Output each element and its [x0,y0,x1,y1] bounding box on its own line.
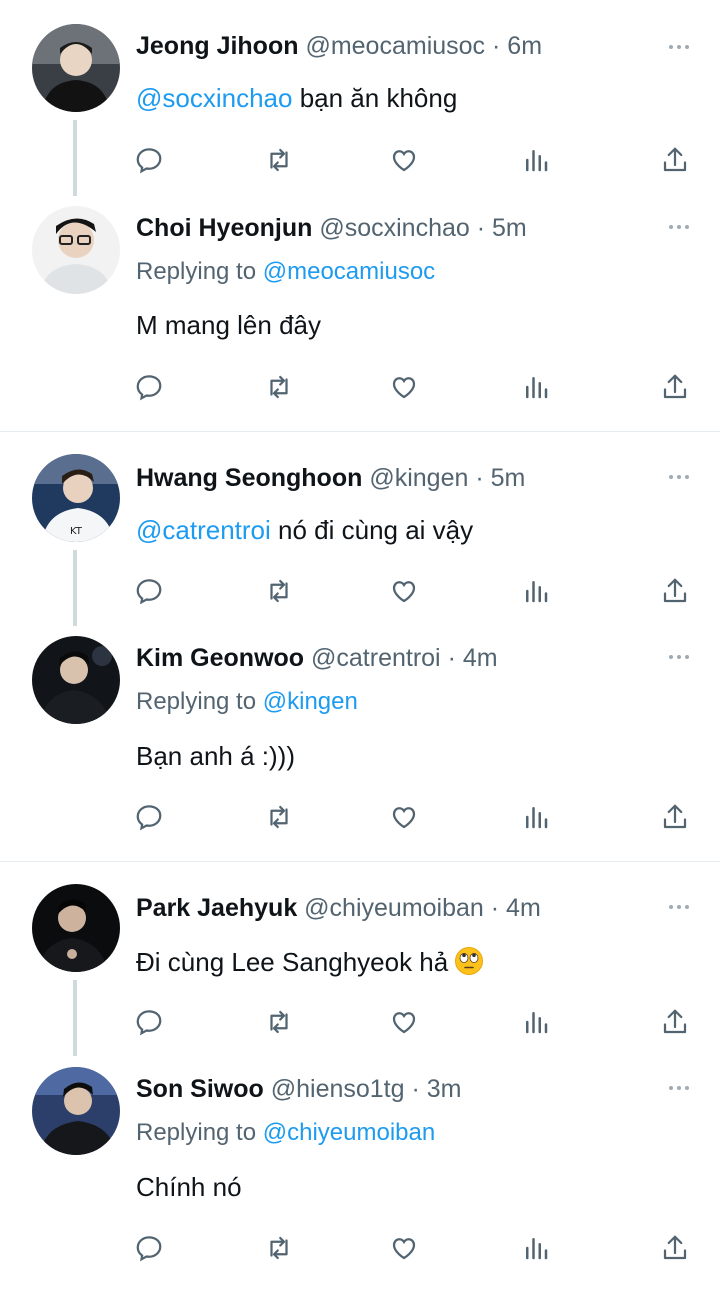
tweet-text: Chính nó [136,1172,242,1202]
timestamp[interactable]: 6m [507,32,542,60]
more-icon[interactable] [664,892,694,922]
more-icon[interactable] [664,212,694,242]
replying-to-handle[interactable]: @chiyeumoiban [263,1119,435,1146]
like-icon[interactable] [384,571,424,611]
more-icon[interactable] [664,642,694,672]
views-icon[interactable] [516,1228,556,1268]
share-icon[interactable] [655,1228,695,1268]
reply-icon[interactable] [129,571,169,611]
separator-dot: · [476,214,486,242]
face-with-rolling-eyes-icon [454,946,484,976]
share-icon[interactable] [655,797,695,837]
tweet-text-content: nó đi cùng ai vậy [270,515,474,545]
views-icon[interactable] [516,571,556,611]
reply-icon[interactable] [129,797,169,837]
author-handle[interactable]: @hienso1tg [271,1075,405,1103]
avatar[interactable] [32,24,120,112]
views-icon[interactable] [516,1002,556,1042]
like-icon[interactable] [384,140,424,180]
tweet-actions [0,1002,720,1042]
like-icon[interactable] [384,1002,424,1042]
views-icon[interactable] [516,140,556,180]
reply-icon[interactable] [129,367,169,407]
timestamp[interactable]: 3m [427,1075,462,1103]
tweet-text: @socxinchao bạn ăn không [136,80,457,116]
mention-link[interactable]: @catrentroi [136,515,271,545]
replying-to-label: Replying to [136,688,257,715]
tweet-text-content: bạn ăn không [292,83,458,113]
retweet-icon[interactable] [259,140,299,180]
svg-text:KT: KT [70,526,83,537]
share-icon[interactable] [655,571,695,611]
like-icon[interactable] [384,1228,424,1268]
timestamp[interactable]: 4m [463,644,498,672]
reply-icon[interactable] [129,1002,169,1042]
tweet-actions [0,1228,720,1268]
tweet-text-content: Đi cùng Lee Sanghyeok hả [136,947,449,977]
tweet-actions [0,367,720,407]
avatar[interactable]: KT [32,454,120,542]
separator-dot: · [475,464,484,492]
author-name[interactable]: Choi Hyeonjun [136,214,312,242]
share-icon[interactable] [655,140,695,180]
author-handle[interactable]: @kingen [369,464,468,492]
separator-dot: · [492,32,501,60]
author-name[interactable]: Jeong Jihoon [136,32,299,60]
tweet-actions [0,571,720,611]
separator-dot: · [447,644,456,672]
tweet-actions [0,797,720,837]
share-icon[interactable] [655,1002,695,1042]
replying-to: Replying to @chiyeumoiban [136,1116,435,1150]
conversation-divider [0,861,720,862]
author-name[interactable]: Son Siwoo [136,1075,264,1103]
separator-dot: · [411,1075,420,1103]
avatar[interactable] [32,1067,120,1155]
author-handle[interactable]: @socxinchao [319,214,469,242]
timestamp[interactable]: 5m [492,214,527,242]
avatar[interactable] [32,206,120,294]
conversation-divider [0,431,720,432]
retweet-icon[interactable] [259,367,299,407]
more-icon[interactable] [664,462,694,492]
tweet-actions [0,140,720,180]
share-icon[interactable] [655,367,695,407]
timestamp[interactable]: 5m [491,464,526,492]
retweet-icon[interactable] [259,797,299,837]
reply-icon[interactable] [129,1228,169,1268]
author-handle[interactable]: @meocamiusoc [305,32,485,60]
author-name[interactable]: Hwang Seonghoon [136,464,362,492]
author-name[interactable]: Kim Geonwoo [136,644,304,672]
replying-to-label: Replying to [136,1119,257,1146]
replying-to-handle[interactable]: @kingen [263,688,358,715]
replying-to-label: Replying to [136,258,257,285]
retweet-icon[interactable] [259,571,299,611]
avatar[interactable] [32,884,120,972]
more-icon[interactable] [664,1073,694,1103]
retweet-icon[interactable] [259,1228,299,1268]
author-handle[interactable]: @catrentroi [311,644,441,672]
replying-to: Replying to @kingen [136,685,358,719]
views-icon[interactable] [516,797,556,837]
tweet-text: M mang lên đây [136,310,321,340]
views-icon[interactable] [516,367,556,407]
more-icon[interactable] [664,32,694,62]
reply-icon[interactable] [129,140,169,180]
tweet-text: Bạn anh á :))) [136,741,295,771]
author-handle[interactable]: @chiyeumoiban [304,894,484,922]
like-icon[interactable] [384,797,424,837]
tweet-text: @catrentroi nó đi cùng ai vậy [136,512,473,548]
replying-to: Replying to @meocamiusoc [136,255,435,289]
separator-dot: · [490,894,500,922]
avatar[interactable] [32,636,120,724]
mention-link[interactable]: @socxinchao [136,83,292,113]
replying-to-handle[interactable]: @meocamiusoc [263,258,435,285]
retweet-icon[interactable] [259,1002,299,1042]
tweet-text: Đi cùng Lee Sanghyeok hả [136,944,484,980]
like-icon[interactable] [384,367,424,407]
author-name[interactable]: Park Jaehyuk [136,894,297,922]
timestamp[interactable]: 4m [506,894,541,922]
